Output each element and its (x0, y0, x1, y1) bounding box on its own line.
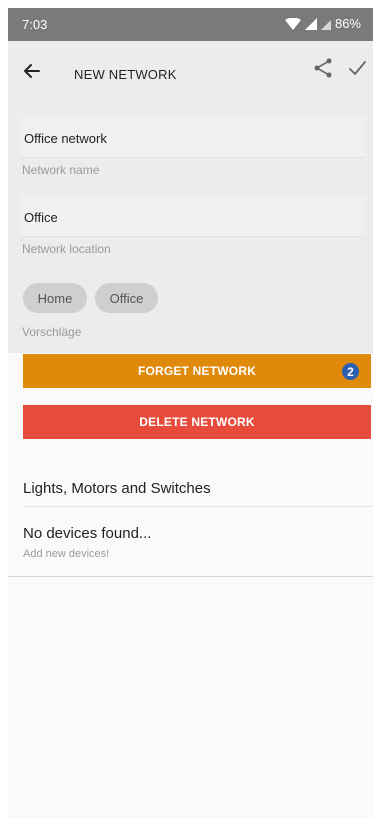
network-form: NEW NETWORK Office network Network name … (8, 41, 373, 353)
network-name-field[interactable]: Office network (20, 117, 365, 158)
network-location-value: Office (24, 210, 58, 225)
network-location-field[interactable]: Office (20, 196, 365, 237)
delete-network-button[interactable]: DELETE NETWORK (23, 405, 371, 439)
forget-network-button[interactable]: FORGET NETWORK 2 (23, 354, 371, 388)
suggestion-chip-office[interactable]: Office (95, 283, 158, 313)
suggestions-label: Vorschläge (22, 325, 82, 339)
network-name-label: Network name (22, 163, 100, 177)
forget-network-label: FORGET NETWORK (137, 364, 257, 378)
toolbar: NEW NETWORK (8, 41, 373, 97)
page-title: NEW NETWORK (74, 67, 177, 82)
devices-section-title: Lights, Motors and Switches (23, 480, 211, 497)
notification-badge: 2 (342, 363, 359, 380)
add-devices-hint[interactable]: Add new devices! (23, 548, 109, 560)
delete-network-label: DELETE NETWORK (139, 415, 255, 429)
arrow-left-icon (24, 64, 40, 78)
share-icon (314, 58, 332, 78)
wifi-icon (284, 17, 301, 30)
status-bar: 7:03 86% (8, 8, 373, 41)
suggestion-chip-home[interactable]: Home (23, 283, 87, 313)
confirm-button[interactable] (345, 56, 369, 80)
signal-icon (304, 17, 317, 30)
share-button[interactable] (311, 56, 335, 80)
back-button[interactable] (18, 57, 46, 85)
network-location-label: Network location (22, 242, 111, 256)
app-screen: 7:03 86% NEW NETWORK Office network Netw… (8, 8, 373, 818)
signal-secondary-icon (320, 19, 331, 30)
status-time: 7:03 (22, 17, 48, 32)
status-indicators: 86% (284, 16, 361, 31)
network-name-value: Office network (24, 131, 107, 146)
battery-percentage: 86% (334, 16, 361, 31)
divider (8, 576, 373, 577)
no-devices-title: No devices found... (23, 525, 152, 542)
divider (23, 506, 373, 507)
check-icon (349, 61, 366, 75)
